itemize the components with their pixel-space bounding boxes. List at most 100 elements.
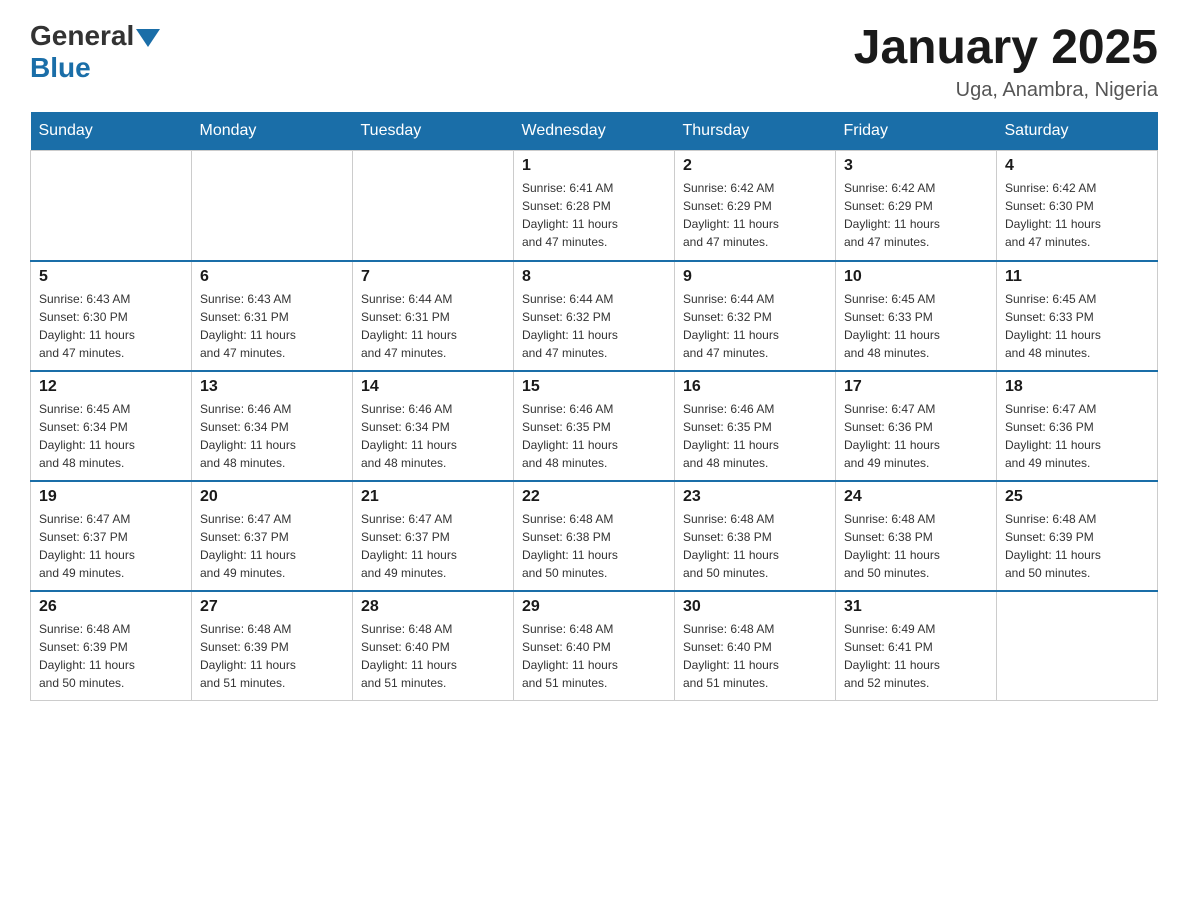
calendar-cell: 8 Sunrise: 6:44 AMSunset: 6:32 PMDaylight… — [514, 261, 675, 371]
logo-blue: Blue — [30, 52, 91, 84]
day-number: 22 — [522, 488, 666, 506]
calendar-week-row: 12Sunrise: 6:45 AMSunset: 6:34 PMDayligh… — [31, 371, 1158, 481]
day-number: 9 — [683, 268, 827, 286]
calendar-cell: 31Sunrise: 6:49 AMSunset: 6:41 PMDayligh… — [836, 591, 997, 701]
day-of-week-header: Sunday — [31, 112, 192, 151]
logo: General Blue — [30, 20, 162, 84]
calendar-cell: 14Sunrise: 6:46 AMSunset: 6:34 PMDayligh… — [353, 371, 514, 481]
day-info: Sunrise: 6:47 AMSunset: 6:37 PMDaylight:… — [39, 510, 183, 582]
calendar-cell: 1 Sunrise: 6:41 AMSunset: 6:28 PMDaylight… — [514, 151, 675, 261]
calendar-cell: 2 Sunrise: 6:42 AMSunset: 6:29 PMDaylight… — [675, 151, 836, 261]
day-number: 25 — [1005, 488, 1149, 506]
calendar-header-row: SundayMondayTuesdayWednesdayThursdayFrid… — [31, 112, 1158, 151]
calendar-cell: 27Sunrise: 6:48 AMSunset: 6:39 PMDayligh… — [192, 591, 353, 701]
day-number: 26 — [39, 598, 183, 616]
page-header: General Blue January 2025 Uga, Anambra, … — [30, 20, 1158, 102]
day-info: Sunrise: 6:45 AMSunset: 6:34 PMDaylight:… — [39, 400, 183, 472]
day-of-week-header: Tuesday — [353, 112, 514, 151]
day-info: Sunrise: 6:48 AMSunset: 6:39 PMDaylight:… — [1005, 510, 1149, 582]
day-info: Sunrise: 6:49 AMSunset: 6:41 PMDaylight:… — [844, 620, 988, 692]
day-number: 23 — [683, 488, 827, 506]
day-info: Sunrise: 6:41 AMSunset: 6:28 PMDaylight:… — [522, 179, 666, 251]
day-info: Sunrise: 6:42 AMSunset: 6:29 PMDaylight:… — [844, 179, 988, 251]
day-info: Sunrise: 6:44 AMSunset: 6:31 PMDaylight:… — [361, 290, 505, 362]
day-info: Sunrise: 6:42 AMSunset: 6:29 PMDaylight:… — [683, 179, 827, 251]
calendar-cell: 25 Sunrise: 6:48 AMSunset: 6:39 PMDayligh… — [997, 481, 1158, 591]
day-info: Sunrise: 6:43 AMSunset: 6:30 PMDaylight:… — [39, 290, 183, 362]
day-number: 17 — [844, 378, 988, 396]
day-number: 18 — [1005, 378, 1149, 396]
day-info: Sunrise: 6:46 AMSunset: 6:35 PMDaylight:… — [683, 400, 827, 472]
calendar-cell: 13Sunrise: 6:46 AMSunset: 6:34 PMDayligh… — [192, 371, 353, 481]
calendar-cell — [353, 151, 514, 261]
day-of-week-header: Friday — [836, 112, 997, 151]
calendar: SundayMondayTuesdayWednesdayThursdayFrid… — [30, 112, 1158, 701]
day-number: 11 — [1005, 268, 1149, 286]
day-info: Sunrise: 6:44 AMSunset: 6:32 PMDaylight:… — [683, 290, 827, 362]
calendar-cell: 9 Sunrise: 6:44 AMSunset: 6:32 PMDaylight… — [675, 261, 836, 371]
day-number: 13 — [200, 378, 344, 396]
day-number: 15 — [522, 378, 666, 396]
day-number: 8 — [522, 268, 666, 286]
calendar-week-row: 19 Sunrise: 6:47 AMSunset: 6:37 PMDayligh… — [31, 481, 1158, 591]
day-of-week-header: Wednesday — [514, 112, 675, 151]
calendar-cell: 3Sunrise: 6:42 AMSunset: 6:29 PMDaylight… — [836, 151, 997, 261]
day-info: Sunrise: 6:44 AMSunset: 6:32 PMDaylight:… — [522, 290, 666, 362]
title-section: January 2025 Uga, Anambra, Nigeria — [854, 20, 1158, 102]
day-number: 10 — [844, 268, 988, 286]
day-info: Sunrise: 6:48 AMSunset: 6:40 PMDaylight:… — [522, 620, 666, 692]
day-info: Sunrise: 6:47 AMSunset: 6:37 PMDaylight:… — [361, 510, 505, 582]
calendar-cell: 18 Sunrise: 6:47 AMSunset: 6:36 PMDayligh… — [997, 371, 1158, 481]
month-title: January 2025 — [854, 20, 1158, 75]
day-info: Sunrise: 6:46 AMSunset: 6:35 PMDaylight:… — [522, 400, 666, 472]
calendar-cell: 24 Sunrise: 6:48 AMSunset: 6:38 PMDayligh… — [836, 481, 997, 591]
calendar-cell: 23Sunrise: 6:48 AMSunset: 6:38 PMDayligh… — [675, 481, 836, 591]
day-info: Sunrise: 6:47 AMSunset: 6:37 PMDaylight:… — [200, 510, 344, 582]
day-number: 24 — [844, 488, 988, 506]
day-of-week-header: Monday — [192, 112, 353, 151]
day-number: 19 — [39, 488, 183, 506]
calendar-cell: 22Sunrise: 6:48 AMSunset: 6:38 PMDayligh… — [514, 481, 675, 591]
day-number: 6 — [200, 268, 344, 286]
calendar-cell: 10 Sunrise: 6:45 AMSunset: 6:33 PMDayligh… — [836, 261, 997, 371]
calendar-cell: 21Sunrise: 6:47 AMSunset: 6:37 PMDayligh… — [353, 481, 514, 591]
calendar-cell — [997, 591, 1158, 701]
day-info: Sunrise: 6:48 AMSunset: 6:38 PMDaylight:… — [844, 510, 988, 582]
day-number: 29 — [522, 598, 666, 616]
day-info: Sunrise: 6:45 AMSunset: 6:33 PMDaylight:… — [1005, 290, 1149, 362]
calendar-week-row: 26 Sunrise: 6:48 AMSunset: 6:39 PMDayligh… — [31, 591, 1158, 701]
day-number: 1 — [522, 157, 666, 175]
logo-arrow-icon — [136, 29, 160, 47]
day-info: Sunrise: 6:48 AMSunset: 6:39 PMDaylight:… — [200, 620, 344, 692]
calendar-cell: 26Sunrise: 6:48 AMSunset: 6:39 PMDayligh… — [31, 591, 192, 701]
day-number: 30 — [683, 598, 827, 616]
calendar-cell: 15 Sunrise: 6:46 AMSunset: 6:35 PMDayligh… — [514, 371, 675, 481]
calendar-cell: 20 Sunrise: 6:47 AMSunset: 6:37 PMDayligh… — [192, 481, 353, 591]
day-info: Sunrise: 6:47 AMSunset: 6:36 PMDaylight:… — [1005, 400, 1149, 472]
day-info: Sunrise: 6:45 AMSunset: 6:33 PMDaylight:… — [844, 290, 988, 362]
calendar-cell: 19 Sunrise: 6:47 AMSunset: 6:37 PMDayligh… — [31, 481, 192, 591]
location: Uga, Anambra, Nigeria — [854, 79, 1158, 102]
day-number: 28 — [361, 598, 505, 616]
day-of-week-header: Thursday — [675, 112, 836, 151]
calendar-cell: 29 Sunrise: 6:48 AMSunset: 6:40 PMDayligh… — [514, 591, 675, 701]
calendar-cell — [192, 151, 353, 261]
calendar-cell: 11 Sunrise: 6:45 AMSunset: 6:33 PMDayligh… — [997, 261, 1158, 371]
day-number: 2 — [683, 157, 827, 175]
day-number: 20 — [200, 488, 344, 506]
calendar-cell: 4Sunrise: 6:42 AMSunset: 6:30 PMDaylight… — [997, 151, 1158, 261]
day-number: 14 — [361, 378, 505, 396]
logo-general: General — [30, 20, 134, 52]
calendar-cell: 28Sunrise: 6:48 AMSunset: 6:40 PMDayligh… — [353, 591, 514, 701]
calendar-cell — [31, 151, 192, 261]
calendar-cell: 17Sunrise: 6:47 AMSunset: 6:36 PMDayligh… — [836, 371, 997, 481]
day-info: Sunrise: 6:48 AMSunset: 6:40 PMDaylight:… — [683, 620, 827, 692]
calendar-cell: 16Sunrise: 6:46 AMSunset: 6:35 PMDayligh… — [675, 371, 836, 481]
calendar-week-row: 1 Sunrise: 6:41 AMSunset: 6:28 PMDaylight… — [31, 151, 1158, 261]
calendar-week-row: 5 Sunrise: 6:43 AMSunset: 6:30 PMDaylight… — [31, 261, 1158, 371]
day-number: 7 — [361, 268, 505, 286]
day-number: 5 — [39, 268, 183, 286]
calendar-cell: 7 Sunrise: 6:44 AMSunset: 6:31 PMDaylight… — [353, 261, 514, 371]
calendar-cell: 6 Sunrise: 6:43 AMSunset: 6:31 PMDaylight… — [192, 261, 353, 371]
day-info: Sunrise: 6:43 AMSunset: 6:31 PMDaylight:… — [200, 290, 344, 362]
